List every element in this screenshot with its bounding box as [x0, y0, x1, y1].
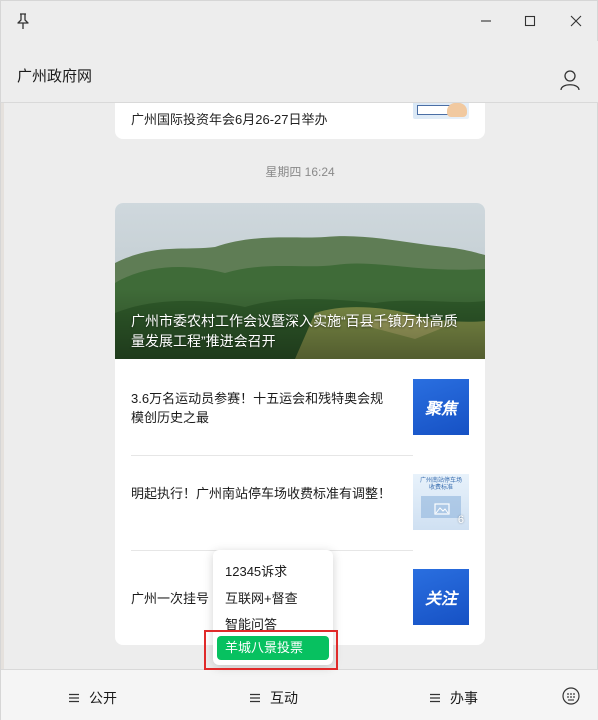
- highlight-annotation: [204, 630, 338, 670]
- article-thumbnail: 关注: [413, 569, 469, 625]
- menu-lines-icon: [250, 693, 260, 703]
- wechat-official-account-window: 广州政府网 广州国际投资年会6月26-27日举办 星期四 16:24 广州市委农…: [0, 0, 598, 720]
- menu-button-public[interactable]: 公开: [69, 688, 117, 708]
- menu-item-internet-supervision[interactable]: 互联网+督查: [225, 588, 298, 607]
- hero-caption[interactable]: 广州市委农村工作会议暨深入实施“百县千镇万村高质量发展工程”推进会召开: [131, 311, 471, 351]
- message-timestamp: 星期四 16:24: [265, 165, 335, 179]
- article-item[interactable]: 明起执行！广州南站停车场收费标准有调整！ 广州南站停车场收费标准 6: [115, 456, 485, 551]
- account-title: 广州政府网: [17, 68, 93, 85]
- hand-illustration: [447, 103, 467, 117]
- article-thumbnail: [413, 103, 469, 119]
- article-item[interactable]: 3.6万名运动员参赛！十五运会和残特奥会规模创历史之最 聚焦: [115, 361, 485, 456]
- close-button[interactable]: [562, 9, 590, 33]
- chat-header: 广州政府网: [1, 41, 598, 103]
- menu-item-12345[interactable]: 12345诉求: [225, 561, 287, 580]
- article-title[interactable]: 3.6万名运动员参赛！十五运会和残特奥会规模创历史之最: [131, 389, 393, 427]
- menu-lines-icon: [430, 693, 440, 703]
- article-card-previous[interactable]: 广州国际投资年会6月26-27日举办: [115, 103, 485, 139]
- article-title[interactable]: 广州国际投资年会6月26-27日举办: [131, 109, 401, 128]
- maximize-button[interactable]: [516, 9, 544, 33]
- menu-lines-icon: [69, 693, 79, 703]
- minimize-button[interactable]: [472, 9, 500, 33]
- article-thumbnail: 广州南站停车场收费标准 6: [413, 474, 469, 530]
- article-thumbnail: 聚焦: [413, 379, 469, 435]
- menu-label: 互动: [270, 690, 298, 706]
- menu-button-services[interactable]: 办事: [430, 688, 478, 708]
- menu-label: 公开: [89, 690, 117, 706]
- menu-button-interact[interactable]: 互动: [250, 688, 298, 708]
- menu-label: 办事: [450, 690, 478, 706]
- profile-icon[interactable]: [559, 69, 581, 91]
- hero-article[interactable]: 广州市委农村工作会议暨深入实施“百县千镇万村高质量发展工程”推进会召开: [115, 203, 485, 359]
- article-title[interactable]: 明起执行！广州南站停车场收费标准有调整！: [131, 484, 393, 503]
- bottom-menu-bar: 公开 互动 办事: [1, 669, 598, 720]
- image-count: 6: [457, 514, 464, 526]
- keyboard-icon[interactable]: [561, 686, 581, 706]
- pin-icon[interactable]: [13, 11, 33, 31]
- title-bar: [1, 1, 598, 41]
